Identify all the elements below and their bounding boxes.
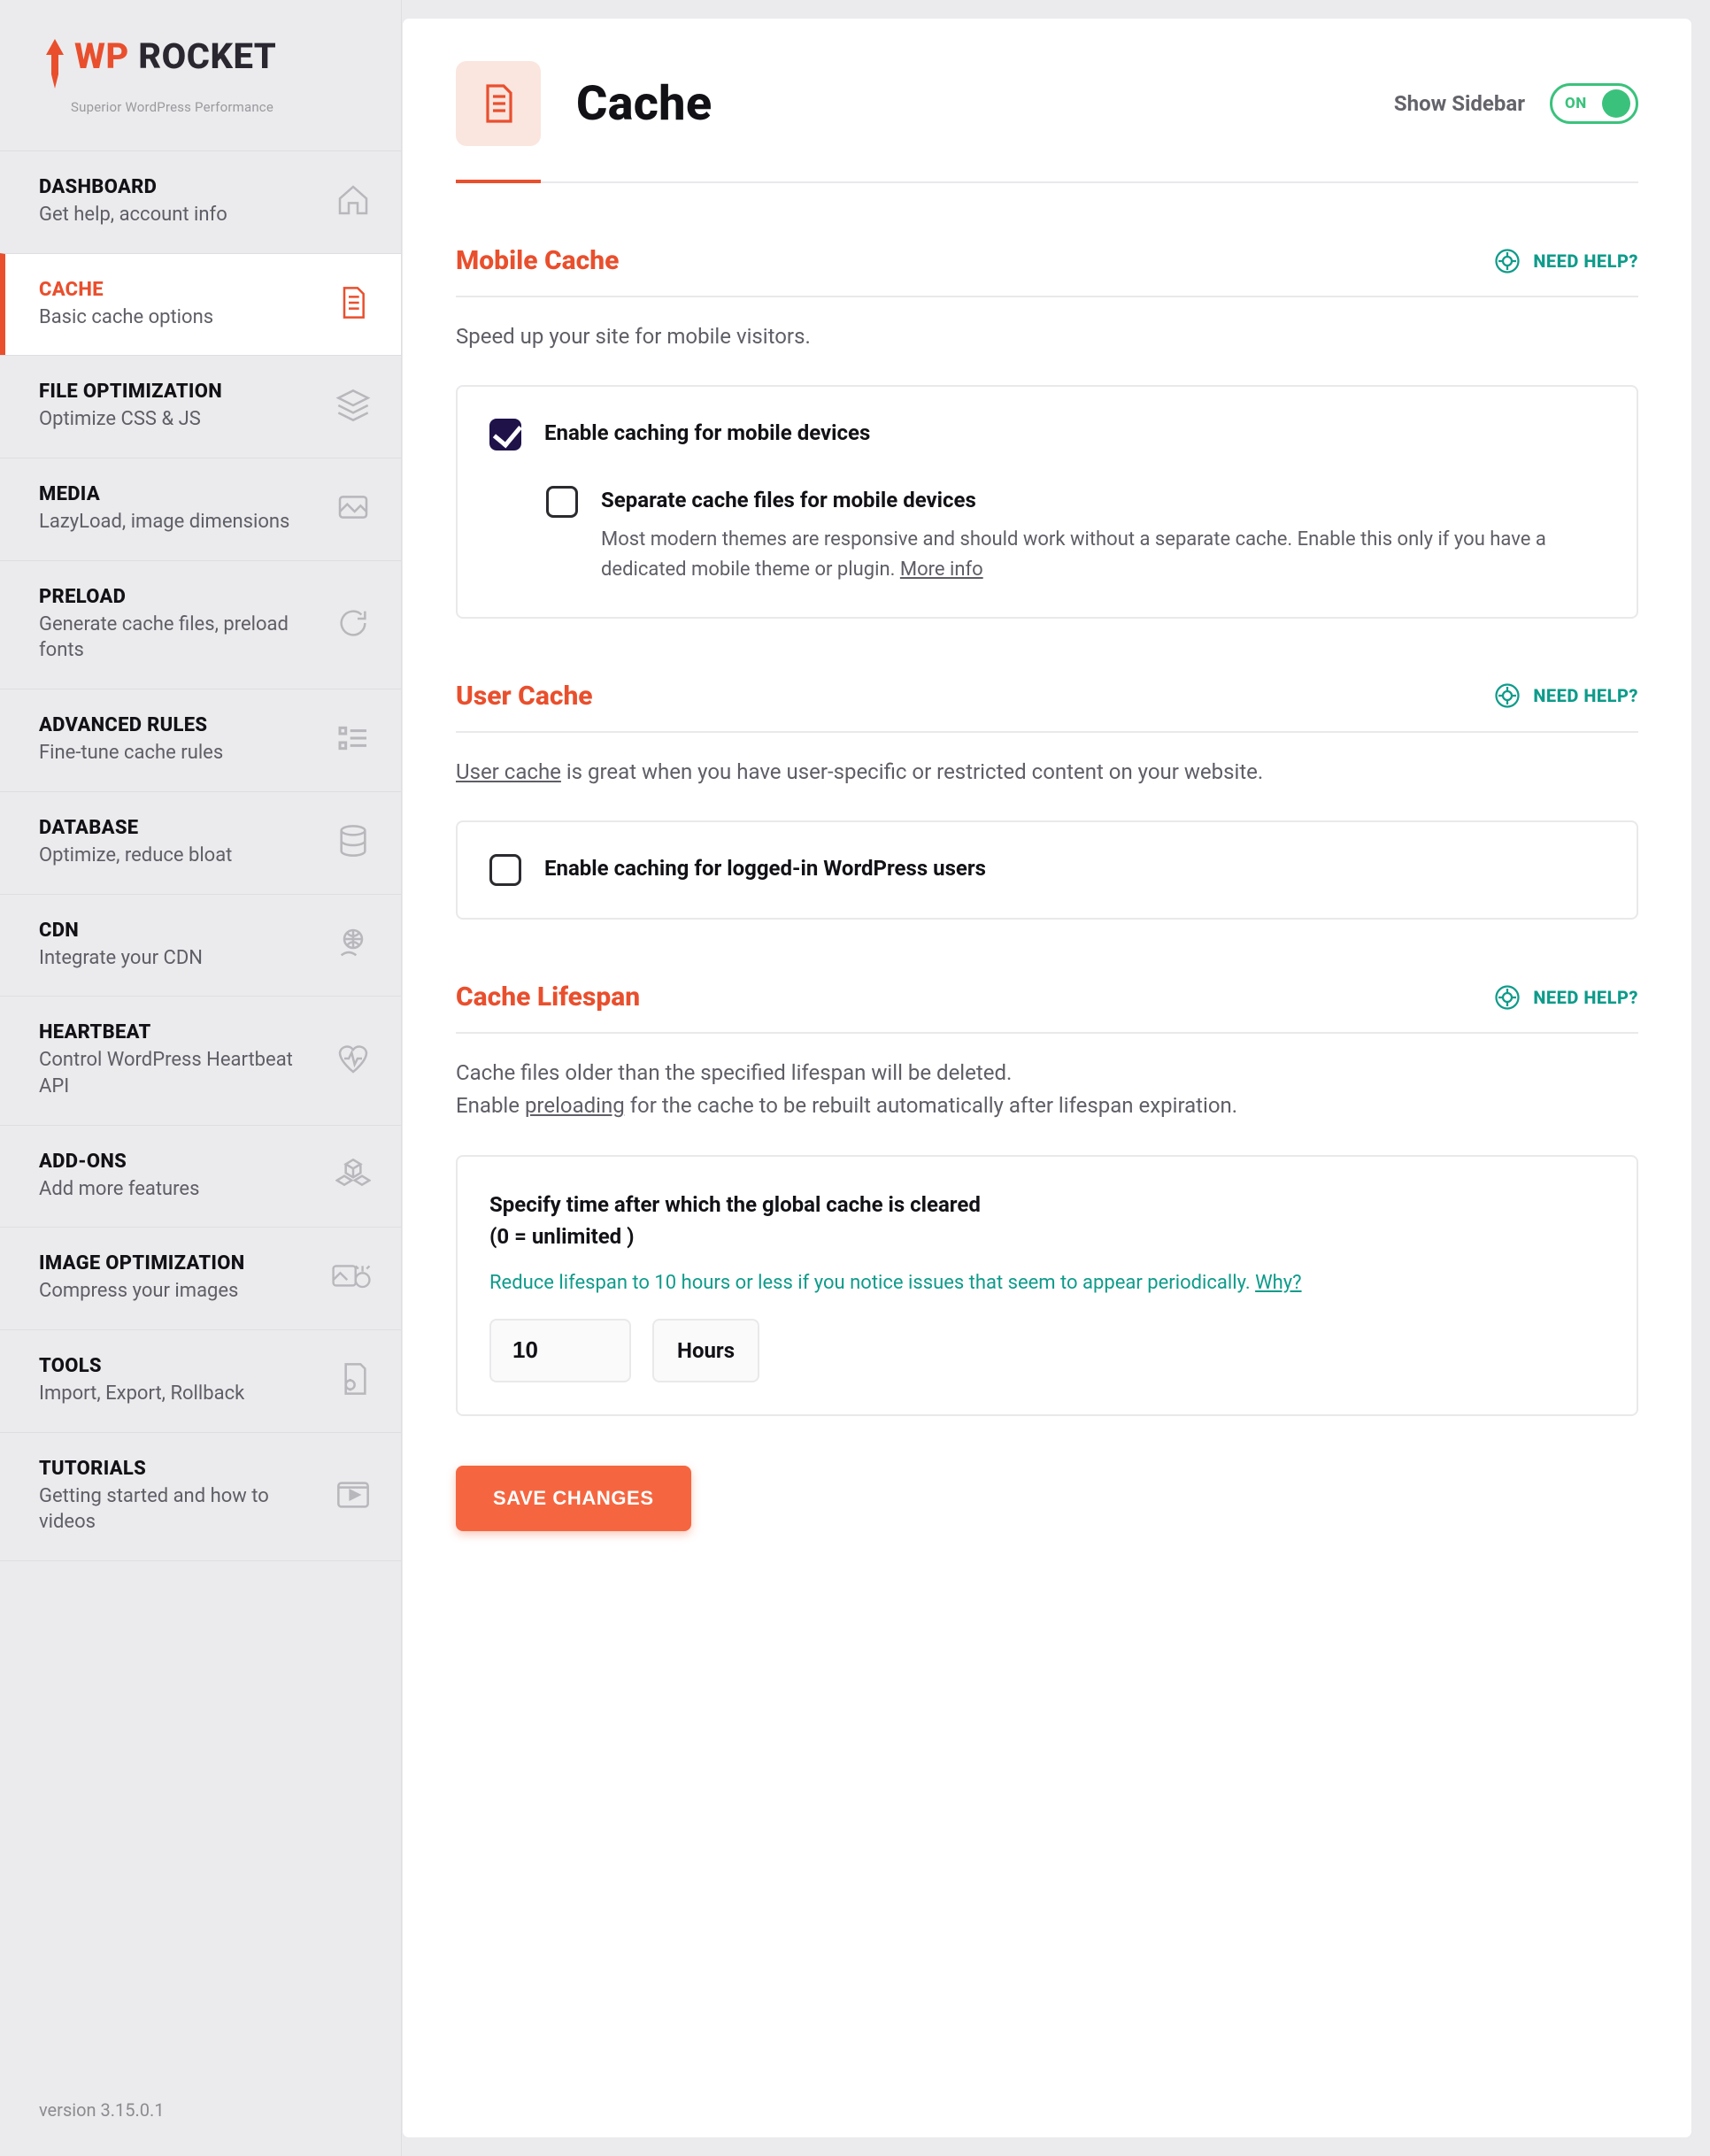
section-title: Cache Lifespan (456, 982, 640, 1013)
show-sidebar-label: Show Sidebar (1394, 91, 1525, 116)
option-label: Separate cache files for mobile devices (601, 486, 1605, 516)
sidebar-item-file-optimization[interactable]: FILE OPTIMIZATIONOptimize CSS & JS (0, 355, 401, 458)
home-icon (335, 182, 371, 221)
section-user-cache: User Cache NEED HELP? User cache is grea… (456, 619, 1638, 920)
stack-icon (335, 388, 371, 427)
section-title: User Cache (456, 681, 593, 712)
database-icon (335, 823, 371, 862)
image-compress-icon (332, 1259, 371, 1298)
section-cache-lifespan: Cache Lifespan NEED HELP? Cache files ol… (456, 920, 1638, 1415)
preloading-link[interactable]: preloading (525, 1093, 625, 1118)
page-icon (335, 285, 371, 324)
sidebar-item-tools[interactable]: TOOLSImport, Export, Rollback (0, 1329, 401, 1432)
toggle-knob (1602, 89, 1630, 118)
lifespan-unit-select[interactable]: Hours (652, 1319, 759, 1382)
refresh-icon (335, 605, 371, 644)
gear-page-icon (335, 1361, 371, 1400)
brand-block: WP ROCKET Superior WordPress Performance (0, 0, 401, 150)
section-description: User cache is great when you have user-s… (456, 756, 1638, 789)
more-info-link[interactable]: More info (900, 558, 983, 581)
section-description: Speed up your site for mobile visitors. (456, 320, 1638, 353)
video-icon (335, 1477, 371, 1516)
option-description: Most modern themes are responsive and sh… (601, 525, 1605, 585)
lifespan-value-input[interactable] (489, 1319, 631, 1382)
section-description: Cache files older than the specified lif… (456, 1057, 1638, 1122)
option-label: Enable caching for mobile devices (544, 419, 870, 449)
sidebar-item-cdn[interactable]: CDNIntegrate your CDN (0, 894, 401, 997)
need-help-link[interactable]: NEED HELP? (1494, 682, 1638, 709)
need-help-link[interactable]: NEED HELP? (1494, 984, 1638, 1011)
sidebar-item-cache[interactable]: CACHEBasic cache options (0, 253, 401, 356)
sidebar-item-advanced-rules[interactable]: ADVANCED RULESFine-tune cache rules (0, 689, 401, 791)
show-sidebar-toggle[interactable]: ON (1550, 83, 1638, 124)
sidebar-item-heartbeat[interactable]: HEARTBEATControl WordPress Heartbeat API (0, 996, 401, 1124)
sidebar-nav: DASHBOARDGet help, account info CACHEBas… (0, 150, 401, 1561)
options-box: Enable caching for mobile devices Separa… (456, 385, 1638, 619)
need-help-link[interactable]: NEED HELP? (1494, 248, 1638, 274)
sidebar-item-image-optimization[interactable]: IMAGE OPTIMIZATIONCompress your images (0, 1227, 401, 1329)
section-mobile-cache: Mobile Cache NEED HELP? Speed up your si… (456, 183, 1638, 619)
user-cache-link[interactable]: User cache (456, 759, 561, 784)
lifespan-hint: Reduce lifespan to 10 hours or less if y… (489, 1272, 1605, 1294)
sidebar-item-tutorials[interactable]: TUTORIALSGetting started and how to vide… (0, 1432, 401, 1561)
checkbox-separate-mobile-cache[interactable] (546, 486, 578, 518)
checkbox-enable-user-cache[interactable] (489, 854, 521, 886)
page-title: Cache (576, 76, 712, 132)
brand-tagline: Superior WordPress Performance (71, 99, 358, 115)
page-header-icon (456, 61, 541, 146)
checkbox-enable-mobile-cache[interactable] (489, 419, 521, 450)
page-header: Cache Show Sidebar ON (456, 61, 1638, 183)
sidebar-item-media[interactable]: MEDIALazyLoad, image dimensions (0, 458, 401, 560)
sidebar-version: version 3.15.0.1 (0, 2064, 401, 2156)
globe-hand-icon (335, 926, 371, 965)
sidebar-item-addons[interactable]: ADD-ONSAdd more features (0, 1125, 401, 1228)
picture-icon (335, 489, 371, 528)
sidebar-item-preload[interactable]: PRELOADGenerate cache files, preload fon… (0, 560, 401, 689)
lifespan-box: Specify time after which the global cach… (456, 1155, 1638, 1416)
sidebar-item-database[interactable]: DATABASEOptimize, reduce bloat (0, 791, 401, 894)
section-title: Mobile Cache (456, 245, 619, 276)
option-label: Enable caching for logged-in WordPress u… (544, 854, 986, 884)
lifespan-label: Specify time after which the global cach… (489, 1189, 1605, 1252)
rocket-logo-icon (42, 39, 67, 92)
sidebar: WP ROCKET Superior WordPress Performance… (0, 0, 402, 2156)
save-changes-button[interactable]: SAVE CHANGES (456, 1466, 691, 1531)
main-panel: Cache Show Sidebar ON Mobile Cache NEED … (402, 18, 1692, 2138)
heartbeat-icon (335, 1041, 371, 1080)
cubes-icon (335, 1157, 371, 1196)
list-icon (335, 720, 371, 759)
sidebar-item-dashboard[interactable]: DASHBOARDGet help, account info (0, 150, 401, 253)
why-link[interactable]: Why? (1255, 1272, 1301, 1294)
brand-text: WP ROCKET (74, 39, 276, 74)
options-box: Enable caching for logged-in WordPress u… (456, 820, 1638, 920)
